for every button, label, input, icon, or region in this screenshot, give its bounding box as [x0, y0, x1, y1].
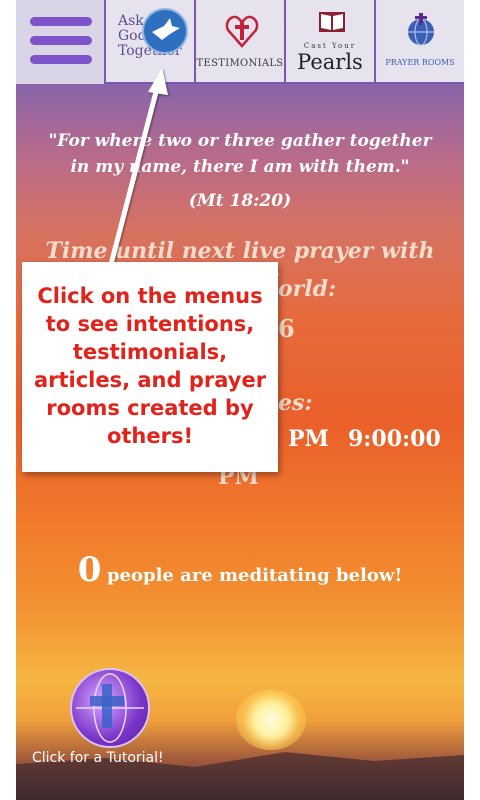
tutorial-callout: Click on the menus to see intentions, te…	[22, 262, 278, 472]
meditating-count-row: 0 people are meditating below!	[0, 550, 480, 590]
globe-cross-icon	[76, 673, 144, 743]
meditating-label: people are meditating below!	[106, 565, 403, 586]
tutorial-label[interactable]: Click for a Tutorial!	[32, 750, 164, 766]
meditating-count: 0	[77, 550, 102, 590]
callout-text: Click on the menus to see intentions, te…	[33, 284, 267, 448]
tutorial-button[interactable]	[70, 668, 150, 748]
